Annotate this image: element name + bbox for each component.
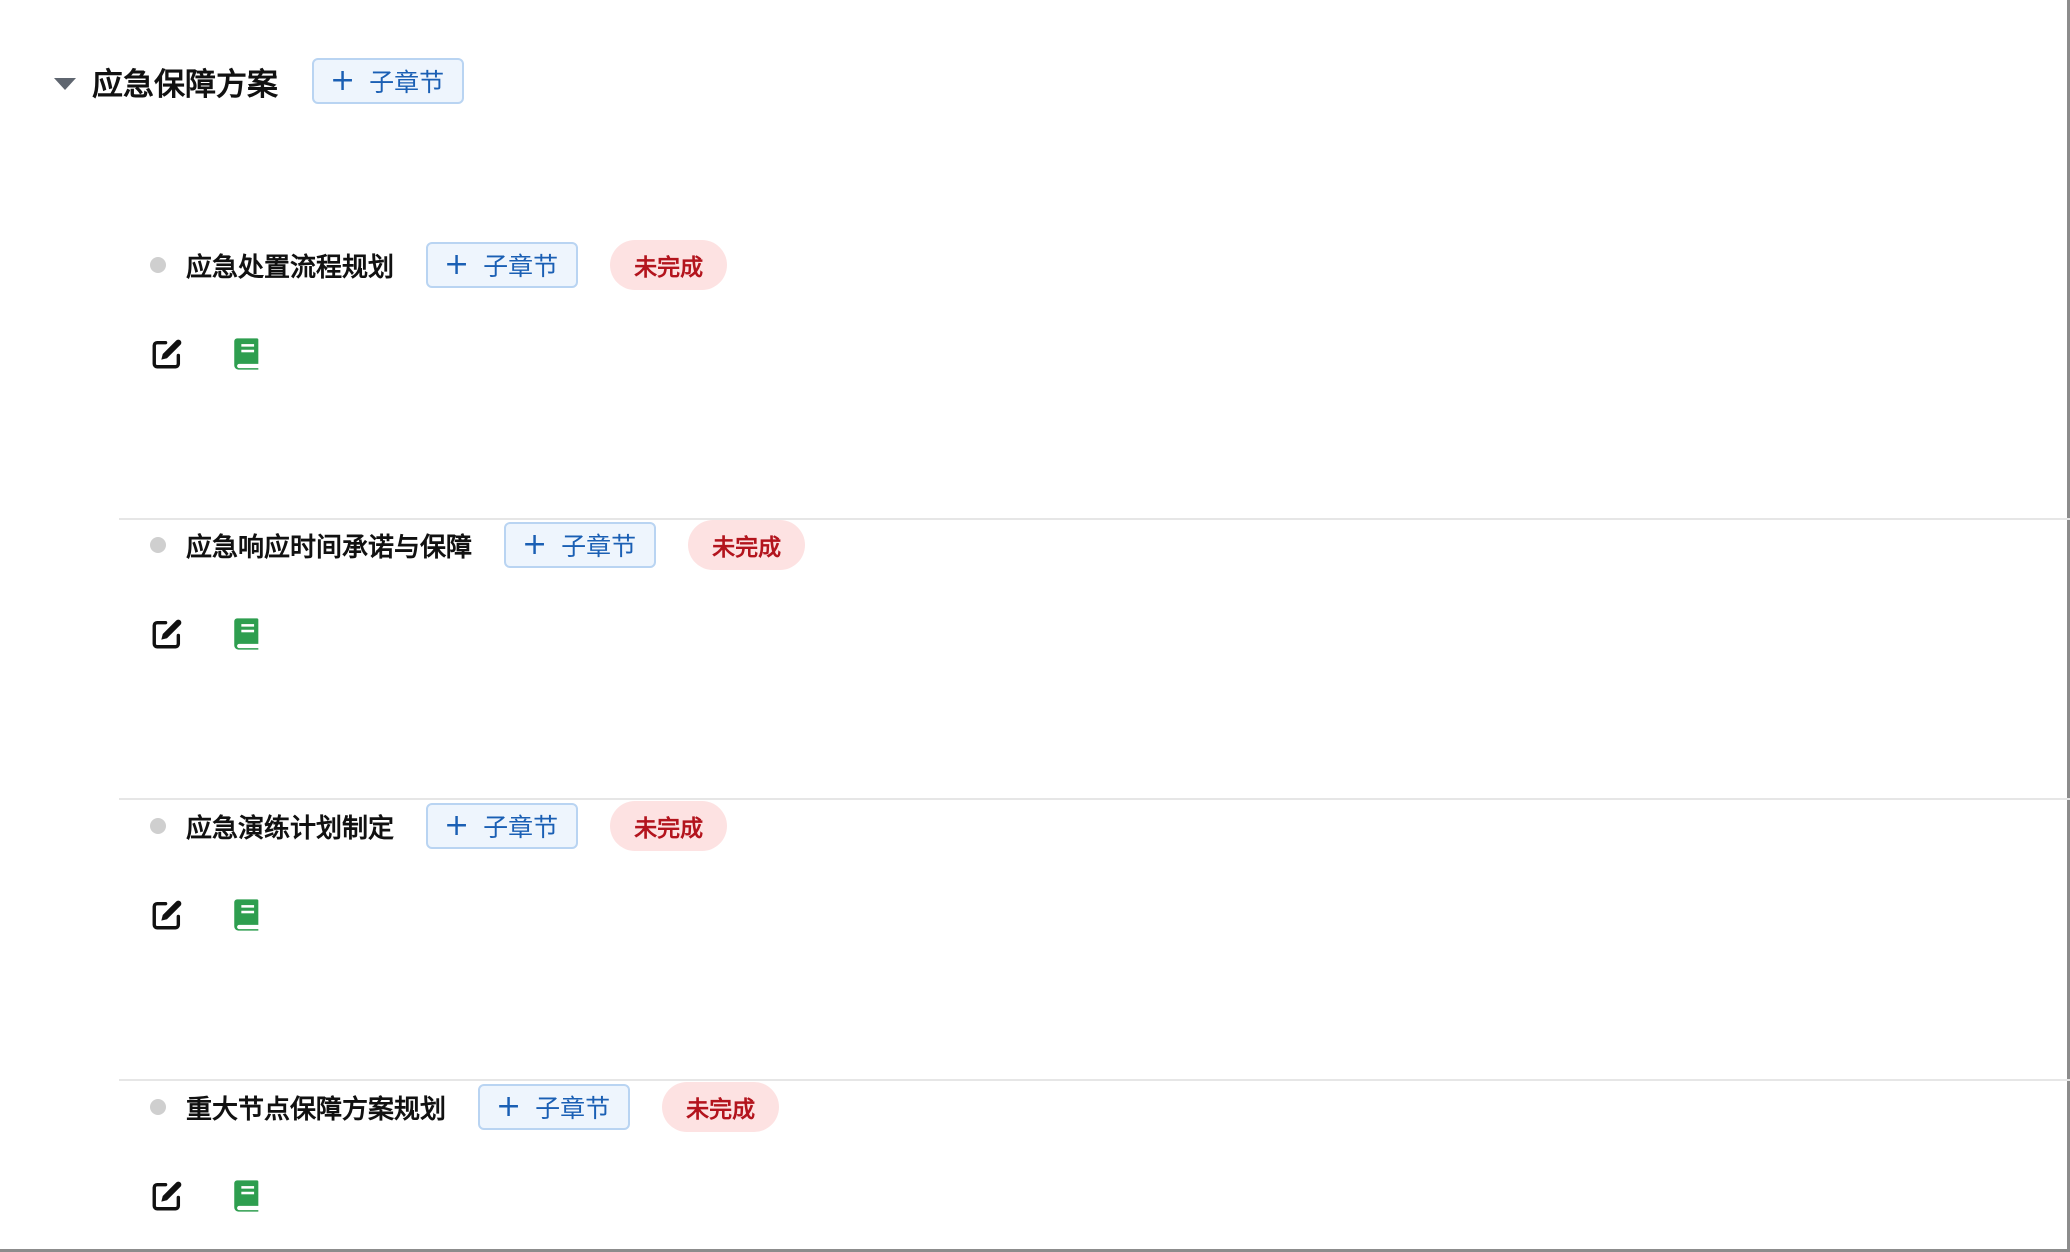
add-subsection-button[interactable]: + 子章节 — [426, 242, 579, 288]
add-subsection-button[interactable]: + 子章节 — [312, 58, 465, 104]
status-badge: 未完成 — [610, 240, 728, 290]
bullet-dot — [150, 537, 166, 553]
item-title: 应急响应时间承诺与保障 — [186, 532, 473, 563]
document-icon[interactable] — [229, 1178, 265, 1214]
status-badge: 未完成 — [610, 801, 728, 851]
add-subsection-label: 子章节 — [483, 252, 559, 281]
edit-icon[interactable] — [149, 1178, 185, 1214]
item-header: 应急处置流程规划 + 子章节 未完成 — [150, 240, 728, 290]
add-subsection-label: 子章节 — [561, 532, 637, 561]
status-badge: 未完成 — [662, 1082, 780, 1132]
item-actions — [149, 1178, 265, 1214]
add-subsection-label: 子章节 — [535, 1094, 611, 1123]
bullet-dot — [150, 1099, 166, 1115]
status-badge: 未完成 — [688, 520, 806, 570]
document-icon[interactable] — [229, 336, 265, 372]
list-item: 应急演练计划制定 + 子章节 未完成 — [119, 801, 2070, 1081]
item-title: 重大节点保障方案规划 — [186, 1094, 447, 1125]
section-title: 应急保障方案 — [92, 66, 278, 103]
add-subsection-button[interactable]: + 子章节 — [504, 522, 657, 568]
add-subsection-button[interactable]: + 子章节 — [426, 803, 579, 849]
edit-icon[interactable] — [149, 897, 185, 933]
caret-down-icon[interactable] — [54, 77, 76, 90]
add-subsection-button[interactable]: + 子章节 — [478, 1084, 631, 1130]
plus-icon: + — [522, 527, 548, 562]
item-divider — [119, 798, 2070, 800]
item-header: 应急响应时间承诺与保障 + 子章节 未完成 — [150, 520, 806, 570]
item-title: 应急演练计划制定 — [186, 813, 395, 844]
list-item: 重大节点保障方案规划 + 子章节 未完成 — [119, 1082, 2070, 1248]
item-title: 应急处置流程规划 — [186, 252, 395, 283]
plus-icon: + — [330, 63, 356, 98]
edit-icon[interactable] — [149, 336, 185, 372]
list-item: 应急处置流程规划 + 子章节 未完成 — [119, 240, 2070, 520]
outline-page: 应急保障方案 + 子章节 应急处置流程规划 + 子章节 未完成 应急响应时间承诺… — [0, 0, 2070, 1252]
item-header: 重大节点保障方案规划 + 子章节 未完成 — [150, 1082, 780, 1132]
section-header: 应急保障方案 + 子章节 — [54, 55, 465, 107]
add-subsection-label: 子章节 — [483, 813, 559, 842]
item-actions — [149, 897, 265, 933]
plus-icon: + — [444, 808, 470, 843]
list-item: 应急响应时间承诺与保障 + 子章节 未完成 — [119, 520, 2070, 800]
item-header: 应急演练计划制定 + 子章节 未完成 — [150, 801, 728, 851]
item-actions — [149, 616, 265, 652]
document-icon[interactable] — [229, 897, 265, 933]
add-subsection-label: 子章节 — [369, 68, 445, 97]
item-divider — [119, 1079, 2070, 1081]
edit-icon[interactable] — [149, 616, 185, 652]
plus-icon: + — [496, 1089, 522, 1124]
bullet-dot — [150, 257, 166, 273]
document-icon[interactable] — [229, 616, 265, 652]
plus-icon: + — [444, 247, 470, 282]
bullet-dot — [150, 818, 166, 834]
item-actions — [149, 336, 265, 372]
